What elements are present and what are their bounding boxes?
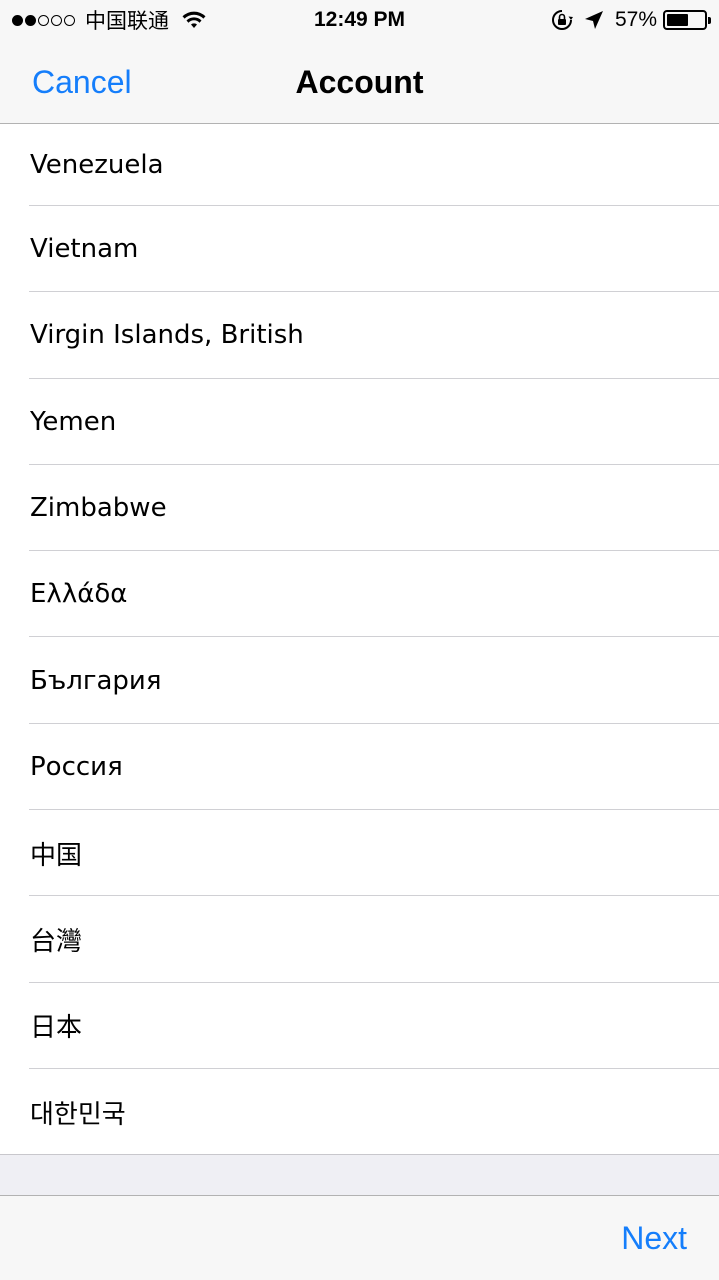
country-row[interactable]: Virgin Islands, British bbox=[0, 292, 719, 379]
status-bar: 中国联通 12:49 PM 57% bbox=[0, 0, 719, 40]
country-row[interactable]: Россия bbox=[0, 724, 719, 811]
country-row[interactable]: Yemen bbox=[0, 379, 719, 466]
country-label: 中国 bbox=[30, 840, 83, 871]
location-icon bbox=[583, 9, 605, 31]
country-list: Venezuela Vietnam Virgin Islands, Britis… bbox=[0, 124, 719, 1156]
rotation-lock-icon bbox=[551, 9, 573, 31]
country-label: Virgin Islands, British bbox=[30, 320, 304, 351]
country-label: Россия bbox=[30, 751, 123, 782]
battery-icon bbox=[663, 10, 711, 30]
country-label: 日本 bbox=[30, 1013, 83, 1044]
country-label: Venezuela bbox=[30, 150, 164, 180]
country-row[interactable]: 中国 bbox=[0, 810, 719, 897]
country-label: Yemen bbox=[30, 406, 117, 437]
country-row[interactable]: Vietnam bbox=[0, 206, 719, 293]
country-label: 대한민국 bbox=[30, 1099, 126, 1130]
battery-percent: 57% bbox=[614, 8, 657, 31]
country-label: 台灣 bbox=[30, 927, 83, 958]
next-button[interactable]: Next bbox=[621, 1196, 687, 1280]
cancel-button[interactable]: Cancel bbox=[32, 40, 132, 124]
status-right: 57% bbox=[551, 6, 711, 34]
country-label: България bbox=[30, 665, 162, 696]
country-row[interactable]: 日本 bbox=[0, 983, 719, 1070]
country-label: Zimbabwe bbox=[30, 493, 167, 524]
country-row[interactable]: Ελλάδα bbox=[0, 551, 719, 638]
navigation-bar: Cancel Account bbox=[0, 40, 719, 124]
country-row[interactable]: 台灣 bbox=[0, 896, 719, 983]
list-footer-spacer bbox=[0, 1155, 719, 1195]
screen: 中国联通 12:49 PM 57% Cancel Account Venezue… bbox=[0, 0, 719, 1280]
country-label: Vietnam bbox=[30, 234, 139, 265]
country-row[interactable]: Zimbabwe bbox=[0, 465, 719, 552]
country-row[interactable]: България bbox=[0, 637, 719, 725]
country-row[interactable]: 대한민국 bbox=[0, 1069, 719, 1156]
bottom-toolbar: Next bbox=[0, 1195, 719, 1280]
country-row[interactable]: Venezuela bbox=[0, 124, 719, 206]
battery-level bbox=[667, 14, 688, 26]
country-label: Ελλάδα bbox=[30, 579, 128, 610]
